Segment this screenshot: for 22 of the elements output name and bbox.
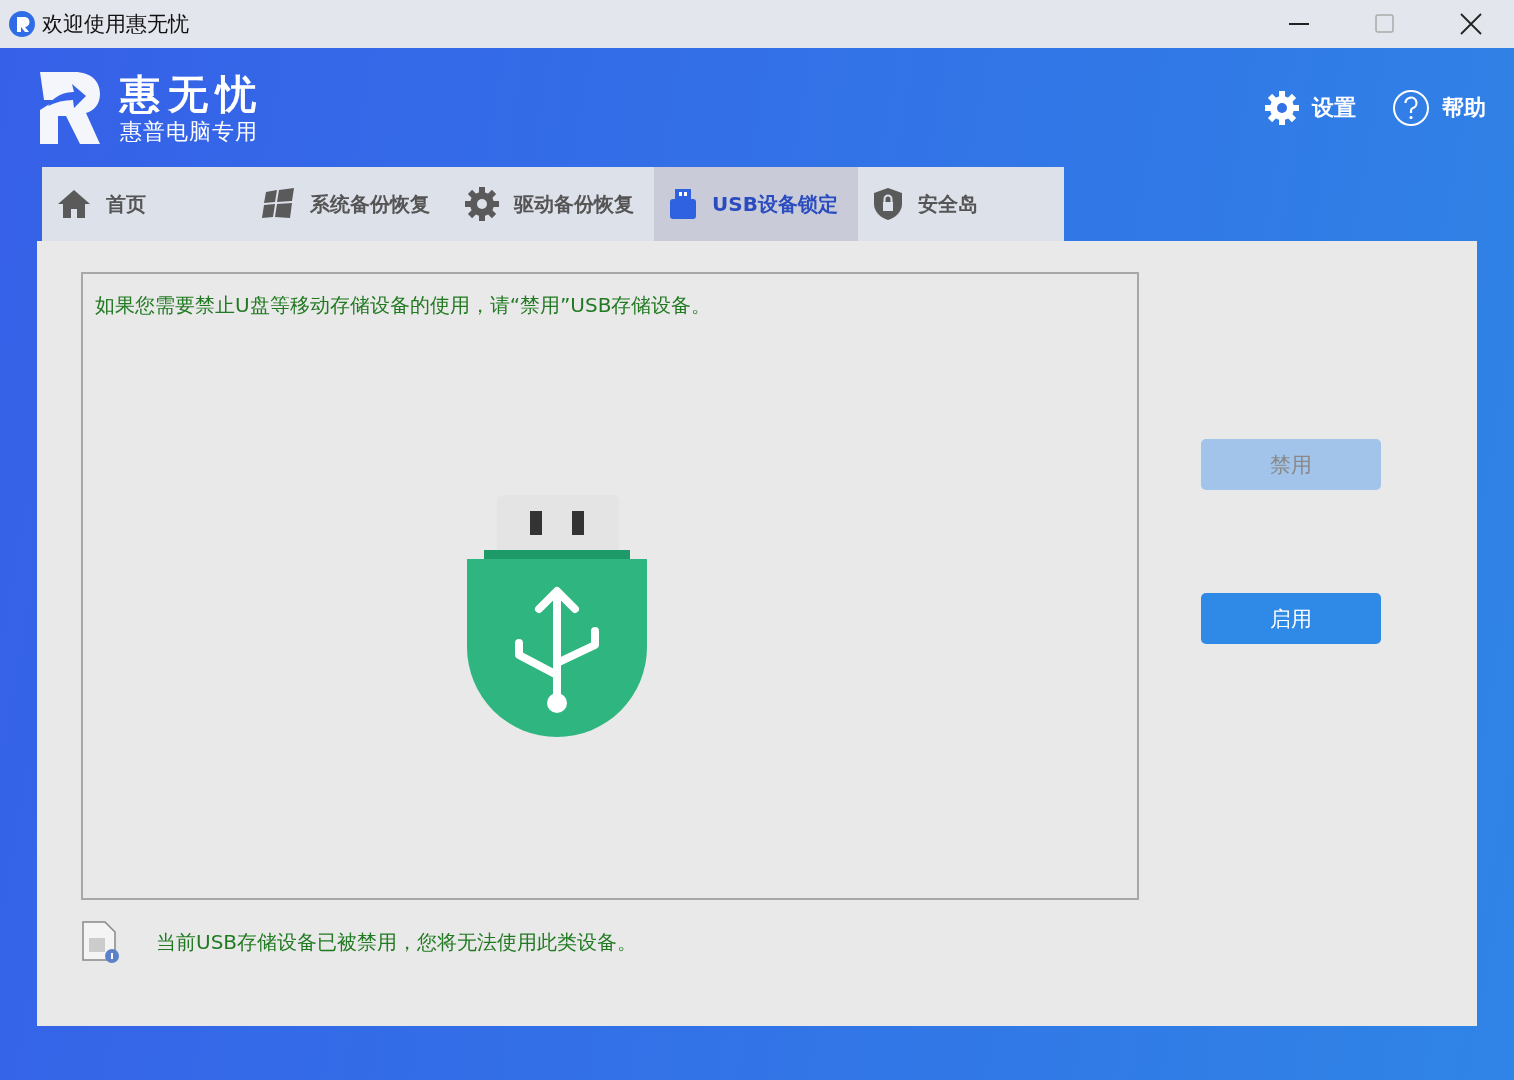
settings-button[interactable]: 设置: [1264, 88, 1356, 127]
document-info-icon: [81, 920, 121, 964]
usb-drive-icon: [668, 188, 698, 220]
help-button[interactable]: 帮助: [1392, 88, 1486, 127]
maximize-icon: [1375, 14, 1395, 34]
action-button[interactable]: 启用: [1201, 593, 1381, 644]
app-logo-icon: [8, 10, 36, 38]
home-icon: [56, 188, 92, 220]
brand-logo-icon: [40, 71, 100, 144]
gear-icon: [464, 186, 500, 222]
window-title: 欢迎使用惠无忧: [42, 11, 189, 38]
shield-lock-icon: [872, 187, 904, 221]
settings-icon: [1264, 89, 1300, 126]
brand-subtitle: 惠普电脑专用: [120, 117, 259, 146]
brand-name: 惠无忧: [120, 69, 264, 118]
help-icon: [1392, 88, 1430, 127]
minimize-icon: [1289, 23, 1309, 25]
windows-logo-icon: [260, 188, 296, 220]
instruction-text: 如果您需要禁止U盘等移动存储设备的使用，请“禁用”USB存储设备。: [95, 292, 713, 319]
status-text: 当前USB存储设备已被禁用，您将无法使用此类设备。: [156, 928, 638, 956]
nav-tab[interactable]: USB设备锁定: [654, 167, 858, 241]
close-icon: [1460, 13, 1482, 35]
